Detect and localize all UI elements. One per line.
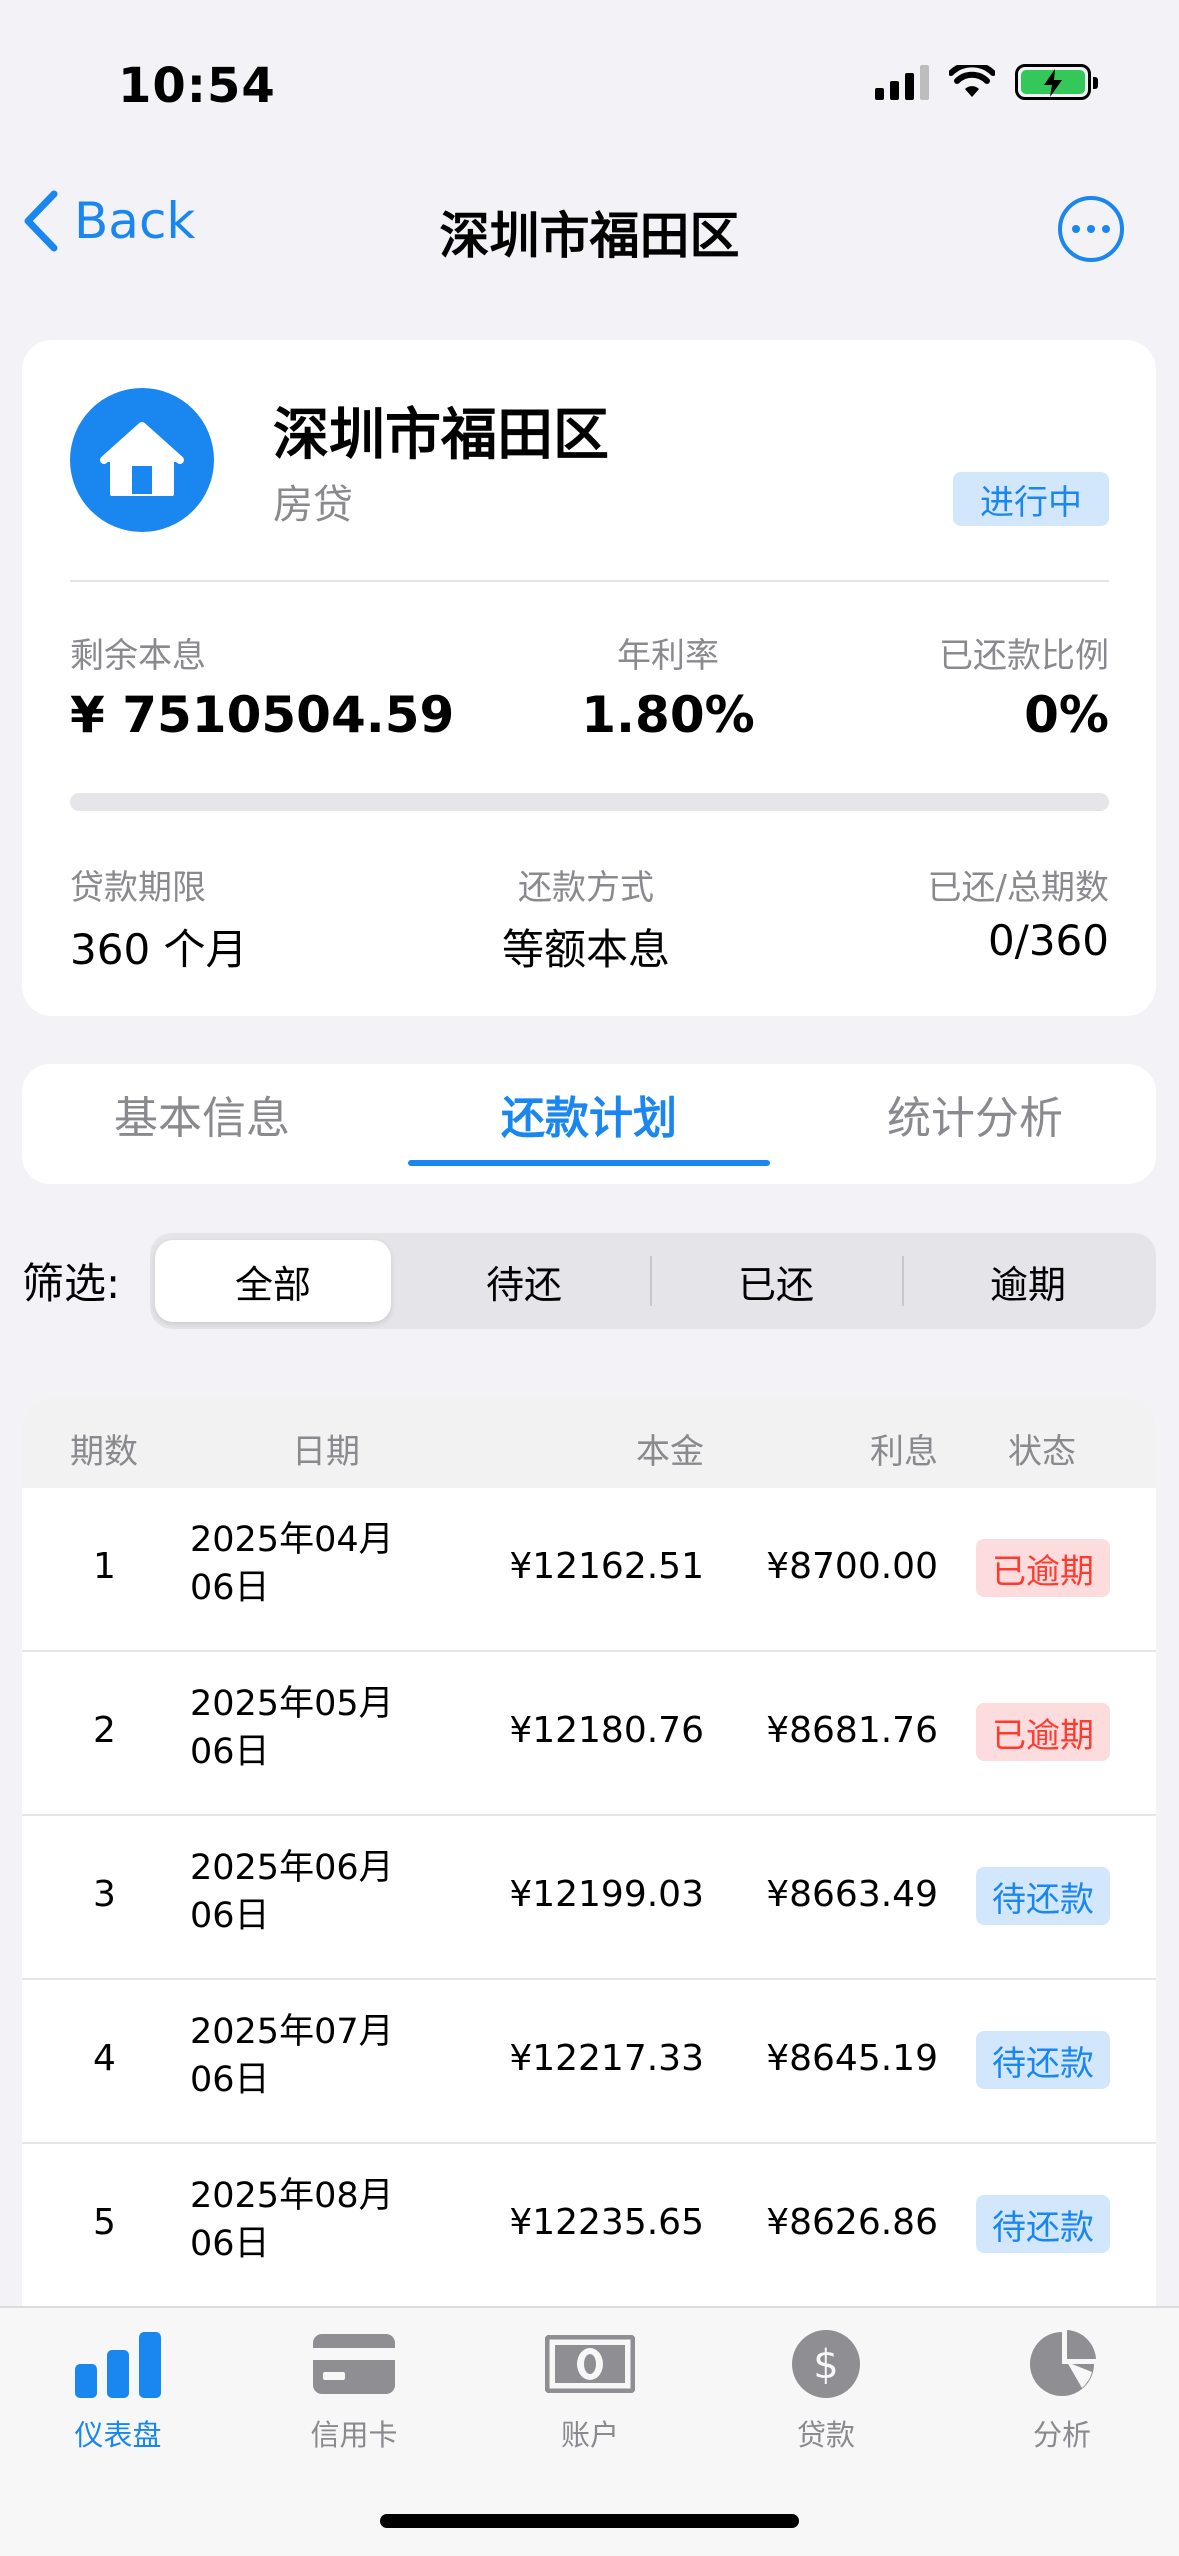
table-row[interactable]: 5 2025年08月 06日 ¥12235.65 ¥8626.86 待还款 (22, 2144, 1156, 2308)
interest-amount: ¥8645.19 (766, 2038, 938, 2079)
status-badge: 已逾期 (976, 1703, 1110, 1761)
house-icon (70, 388, 214, 532)
tabbar-label: 仪表盘 (74, 2418, 162, 2452)
table-row[interactable]: 2 2025年05月 06日 ¥12180.76 ¥8681.76 已逾期 (22, 1652, 1156, 1816)
segment-separator (650, 1256, 652, 1306)
interest-amount: ¥8626.86 (766, 2202, 938, 2243)
principal-amount: ¥12199.03 (509, 1874, 704, 1915)
interest-amount: ¥8663.49 (766, 1874, 938, 1915)
cellular-signal-icon (875, 64, 929, 100)
status-badge: 待还款 (976, 2195, 1110, 2253)
header-period: 期数 (70, 1432, 138, 1472)
period-number: 2 (93, 1710, 116, 1751)
page-title: 深圳市福田区 (439, 207, 740, 265)
filter-pending[interactable]: 待还 (406, 1240, 642, 1322)
filter-all[interactable]: 全部 (155, 1240, 391, 1322)
paid-ratio-label: 已还款比例 (939, 636, 1109, 676)
paid-ratio-value: 0% (1024, 686, 1109, 744)
tabbar-label: 账户 (560, 2418, 619, 2452)
dollar-circle-icon: $ (781, 2326, 871, 2402)
battery-icon (1015, 64, 1098, 100)
periods-label: 已还/总期数 (927, 868, 1109, 908)
due-date: 2025年06月 06日 (190, 1848, 394, 1936)
more-options-button[interactable] (1058, 196, 1124, 262)
due-date: 2025年05月 06日 (190, 1684, 394, 1772)
status-badge: 进行中 (953, 472, 1109, 526)
header-date: 日期 (292, 1432, 360, 1472)
filter-paid[interactable]: 已还 (658, 1240, 894, 1322)
svg-text:$: $ (813, 2342, 838, 2388)
table-row[interactable]: 4 2025年07月 06日 ¥12217.33 ¥8645.19 待还款 (22, 1980, 1156, 2144)
periods-value: 0/360 (987, 916, 1109, 965)
filter-label: 筛选: (22, 1259, 121, 1308)
rate-value: 1.80% (581, 686, 755, 744)
table-header: 期数 日期 本金 利息 状态 (22, 1398, 1156, 1488)
status-badge: 待还款 (976, 2031, 1110, 2089)
status-icons (875, 64, 1098, 100)
credit-card-icon (309, 2326, 399, 2402)
table-row[interactable]: 3 2025年06月 06日 ¥12199.03 ¥8663.49 待还款 (22, 1816, 1156, 1980)
loan-type: 房贷 (273, 482, 353, 528)
pie-chart-icon (1017, 2326, 1107, 2402)
interest-amount: ¥8700.00 (766, 1546, 938, 1587)
tabbar-dashboard[interactable]: 仪表盘 (0, 2326, 236, 2454)
period-number: 1 (93, 1546, 116, 1587)
header-status: 状态 (1008, 1432, 1076, 1472)
principal-amount: ¥12235.65 (509, 2202, 704, 2243)
banknote-icon (545, 2326, 635, 2402)
tabbar-label: 分析 (1032, 2418, 1091, 2452)
interest-amount: ¥8681.76 (766, 1710, 938, 1751)
principal-amount: ¥12180.76 (509, 1710, 704, 1751)
divider (70, 580, 1109, 582)
repayment-progress-bar (70, 793, 1109, 811)
principal-amount: ¥12217.33 (509, 2038, 704, 2079)
due-date: 2025年08月 06日 (190, 2176, 394, 2264)
period-number: 4 (93, 2038, 116, 2079)
header-interest: 利息 (870, 1432, 938, 1472)
header-principal: 本金 (636, 1432, 704, 1472)
repayment-schedule-table: 期数 日期 本金 利息 状态 1 2025年04月 06日 ¥12162.51 ¥… (22, 1398, 1156, 2398)
tabbar-label: 信用卡 (310, 2418, 398, 2452)
tabbar-analysis[interactable]: 分析 (944, 2326, 1179, 2454)
principal-amount: ¥12162.51 (509, 1546, 704, 1587)
table-row[interactable]: 1 2025年04月 06日 ¥12162.51 ¥8700.00 已逾期 (22, 1488, 1156, 1652)
due-date: 2025年04月 06日 (190, 1520, 394, 1608)
ellipsis-icon (1072, 225, 1080, 233)
wifi-icon (949, 65, 995, 97)
due-date: 2025年07月 06日 (190, 2012, 394, 2100)
tabbar-credit-card[interactable]: 信用卡 (236, 2326, 472, 2454)
tab-repayment-plan[interactable]: 还款计划 (409, 1082, 769, 1146)
tabbar-loans[interactable]: $ 贷款 (708, 2326, 944, 2454)
filter-overdue[interactable]: 逾期 (910, 1240, 1146, 1322)
period-number: 5 (93, 2202, 116, 2243)
status-time: 10:54 (118, 58, 276, 114)
segment-separator (902, 1256, 904, 1306)
active-tab-indicator (408, 1160, 770, 1166)
tabbar-accounts[interactable]: 账户 (472, 2326, 708, 2454)
home-indicator (380, 2514, 799, 2528)
tab-statistics[interactable]: 统计分析 (795, 1082, 1155, 1146)
status-badge: 待还款 (976, 1867, 1110, 1925)
status-badge: 已逾期 (976, 1539, 1110, 1597)
tabbar-label: 贷款 (796, 2418, 855, 2452)
bar-chart-icon (73, 2326, 163, 2402)
tab-basic-info[interactable]: 基本信息 (22, 1082, 382, 1146)
loan-name: 深圳市福田区 (273, 403, 609, 468)
period-number: 3 (93, 1874, 116, 1915)
